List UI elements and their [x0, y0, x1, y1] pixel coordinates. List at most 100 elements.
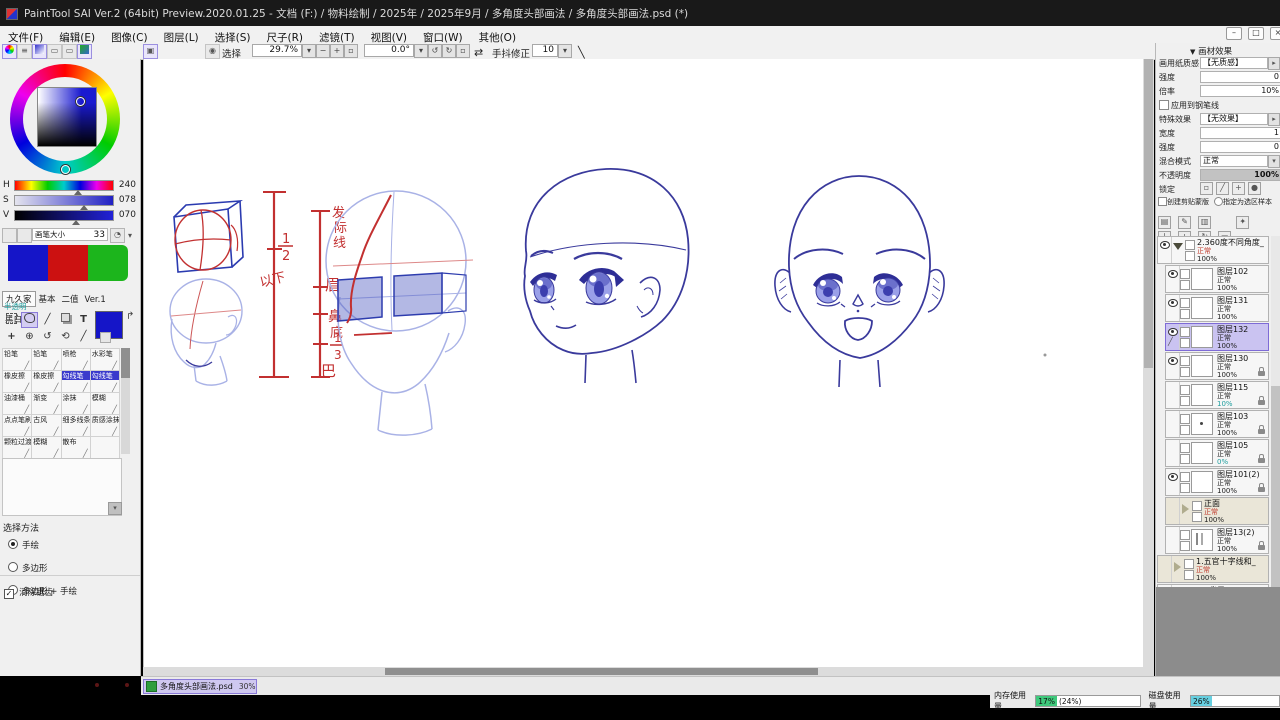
brush-grid-scrollbar[interactable] [121, 348, 130, 454]
zoom-out-button[interactable]: − [316, 44, 330, 58]
sv-marker[interactable] [76, 97, 85, 106]
lock-move-icon[interactable]: + [1232, 182, 1245, 195]
brush-item[interactable]: 涂抹 ╱ [61, 393, 91, 415]
canvas[interactable]: 发 际 线 1 2 以下 眉 鼻 底 1 3 巴 [143, 59, 1144, 667]
hue-marker[interactable] [61, 165, 70, 174]
layer-visibility-toggle[interactable] [1166, 469, 1180, 495]
panel-toggle-icon-1[interactable]: ▭ [47, 44, 62, 59]
opacity-slider[interactable]: 100% [1200, 169, 1280, 181]
layer-row[interactable]: 图层13(2) 正常 100% [1165, 526, 1269, 554]
brush-item[interactable]: 质感涂抹 ╱ [90, 415, 120, 437]
folder-collapsed-icon[interactable] [1182, 504, 1189, 514]
selection-sample-radio[interactable] [1214, 197, 1223, 206]
angle-value-field[interactable]: 0.0° [364, 44, 414, 57]
layer-visibility-toggle[interactable] [1158, 237, 1172, 263]
color-wheel-panel-icon[interactable] [2, 44, 17, 59]
layer-folder-row[interactable]: 2.360度不同角度_ 正常 100% [1157, 236, 1269, 264]
rotate-ccw-button[interactable]: ↺ [428, 44, 442, 58]
width-field[interactable]: 1 [1200, 127, 1280, 139]
brush-item[interactable]: 颗粒过渡 ╱ [3, 437, 33, 459]
layer-thumbnail[interactable] [1191, 326, 1213, 348]
layer-row[interactable]: 图层101(2) 正常 100% [1165, 468, 1269, 496]
panel-toggle-icon-2[interactable]: ▭ [62, 44, 77, 59]
flip-icon[interactable]: ⇄ [474, 46, 483, 59]
swatch-slot-2[interactable] [17, 228, 32, 243]
brush-tab-2[interactable]: 二值 [59, 292, 82, 306]
folder-expanded-icon[interactable] [1173, 243, 1183, 250]
radio-icon[interactable] [8, 562, 18, 572]
layer-thumbnail[interactable] [1191, 413, 1213, 435]
magic-wand-icon[interactable]: ╱ [39, 312, 56, 328]
lasso-icon[interactable] [21, 312, 38, 328]
eyedropper-icon[interactable]: ╱ [75, 329, 92, 345]
saturation-value-square[interactable] [37, 87, 97, 147]
material-effect-header[interactable]: ▼ 画材效果 [1190, 45, 1232, 57]
layer-row[interactable]: 图层131 正常 100% [1165, 294, 1269, 322]
brush-item[interactable]: 橡皮擦 ╱ [3, 371, 33, 393]
layer-folder-row[interactable]: 正面 正常 100% [1165, 497, 1269, 525]
layer-visibility-toggle[interactable] [1166, 527, 1180, 553]
layer-visibility-toggle[interactable]: ╱ [1166, 324, 1180, 350]
zoom-in-button[interactable]: + [330, 44, 344, 58]
brush-tab-1[interactable]: 基本 [36, 292, 59, 306]
brush-item[interactable]: 铅笔 ╱ [3, 349, 33, 371]
text-tool-icon[interactable]: T [75, 312, 92, 328]
swatch-green[interactable] [88, 245, 128, 281]
brush-item[interactable]: 喷枪 ╱ [61, 349, 91, 371]
swatch-panel-icon[interactable]: ≡ [17, 44, 32, 59]
move-tool-icon[interactable]: + [3, 329, 20, 345]
lock-pen-icon[interactable]: ╱ [1216, 182, 1229, 195]
layer-visibility-toggle[interactable] [1158, 556, 1172, 582]
paper-texture-value[interactable]: 【无质感】 [1200, 57, 1268, 69]
strength2-field[interactable]: 0 [1200, 141, 1280, 153]
layer-row[interactable]: ╱ 图层132 正常 100% [1165, 323, 1269, 351]
special-effect-value[interactable]: 【无效果】 [1200, 113, 1268, 125]
paper-texture-button[interactable]: ▸ [1268, 57, 1280, 70]
rotate-cw-button[interactable]: ↻ [442, 44, 456, 58]
stabilizer-value-field[interactable]: 10 [532, 44, 558, 57]
layer-folder-row[interactable]: 1.五官十字线和_ 正常 100% [1157, 555, 1269, 583]
layer-row[interactable]: 图层130 正常 100% [1165, 352, 1269, 380]
canvas-horizontal-scroll-thumb[interactable] [385, 668, 818, 675]
angle-dropdown-button[interactable]: ▾ [414, 44, 428, 58]
layer-thumbnail[interactable] [1191, 471, 1213, 493]
layer-row[interactable]: 图层102 正常 100% [1165, 265, 1269, 293]
brush-item[interactable]: 渐变 ╱ [32, 393, 62, 415]
radio-icon[interactable] [8, 539, 18, 549]
color-history-strip[interactable] [8, 245, 130, 281]
swatch-blue[interactable] [8, 245, 48, 281]
saturation-slider[interactable] [14, 195, 114, 206]
layer-thumbnail[interactable] [1191, 442, 1213, 464]
brush-item[interactable]: 油漆桶 ╱ [3, 393, 33, 415]
layer-visibility-toggle[interactable] [1166, 498, 1180, 524]
layer-row[interactable]: 图层115 正常 10% [1165, 381, 1269, 409]
strength1-field[interactable]: 0 [1200, 71, 1280, 83]
panel-collapse-chevron[interactable]: ▾ [128, 231, 132, 240]
antialias-option[interactable]: ✓ 消除锯齿 [4, 580, 53, 599]
swatch-slot-1[interactable] [2, 228, 17, 243]
close-button[interactable]: × [1270, 27, 1280, 40]
clipping-mask-checkbox[interactable] [1158, 197, 1167, 206]
angle-reset-button[interactable]: ▫ [456, 44, 470, 58]
brush-item[interactable]: 铅笔 ╱ [32, 349, 62, 371]
zoom-value-field[interactable]: 29.7% [252, 44, 302, 57]
layer-visibility-toggle[interactable] [1166, 295, 1180, 321]
canvas-vertical-scroll-thumb[interactable] [1144, 59, 1153, 368]
brush-item[interactable]: 勾线笔 ╱ [90, 371, 120, 393]
brush-item[interactable]: 点点笔刷 ╱ [3, 415, 33, 437]
stabilizer-dropdown-button[interactable]: ▾ [558, 44, 572, 58]
layer-row[interactable]: 图层103 正常 100% [1165, 410, 1269, 438]
brush-size-dial-button[interactable]: ◔ [110, 228, 125, 243]
layer-visibility-toggle[interactable] [1166, 382, 1180, 408]
layer-visibility-toggle[interactable] [1166, 411, 1180, 437]
stamp-tool-icon[interactable] [57, 312, 74, 328]
brush-item[interactable]: 散布 ╱ [61, 437, 91, 459]
apply-pen-checkbox[interactable] [1159, 100, 1169, 110]
hue-slider[interactable] [14, 180, 114, 191]
rotate-view-icon[interactable]: ↺ [39, 329, 56, 345]
brush-size-dropdown[interactable]: 画笔大小 33 [32, 228, 108, 241]
curve-arrow-icon[interactable]: ↱ [126, 311, 134, 322]
scale-field[interactable]: 10% [1200, 85, 1280, 97]
layer-thumbnail[interactable] [1191, 529, 1213, 551]
value-slider[interactable] [14, 210, 114, 221]
